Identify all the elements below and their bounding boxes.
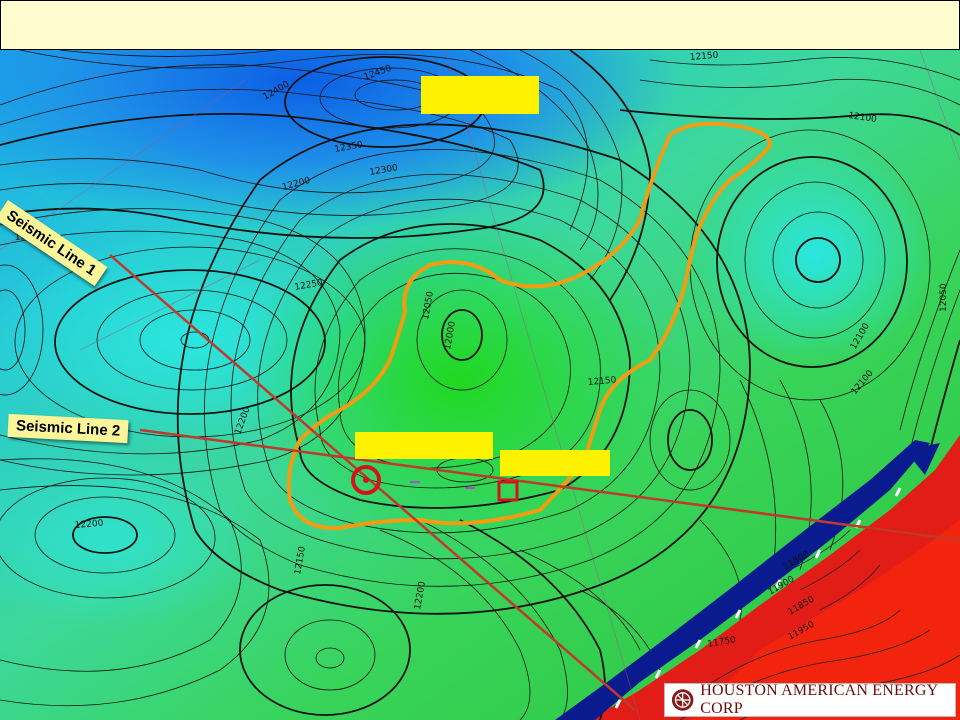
callout-box-center	[355, 432, 493, 459]
company-emblem-icon	[671, 689, 694, 711]
company-name: HOUSTON AMERICAN ENERGY CORP	[700, 682, 938, 717]
slide-title-bar	[0, 0, 960, 51]
well-location-dot	[363, 477, 369, 483]
contour-label: 12050	[939, 283, 949, 312]
callout-box-east	[500, 450, 610, 476]
callout-box-north	[421, 76, 539, 114]
structure-contour-map: 12450 12400 12350 12300 12250 12200 1215…	[0, 50, 960, 720]
company-logo: HOUSTON AMERICAN ENERGY CORP	[664, 682, 956, 717]
